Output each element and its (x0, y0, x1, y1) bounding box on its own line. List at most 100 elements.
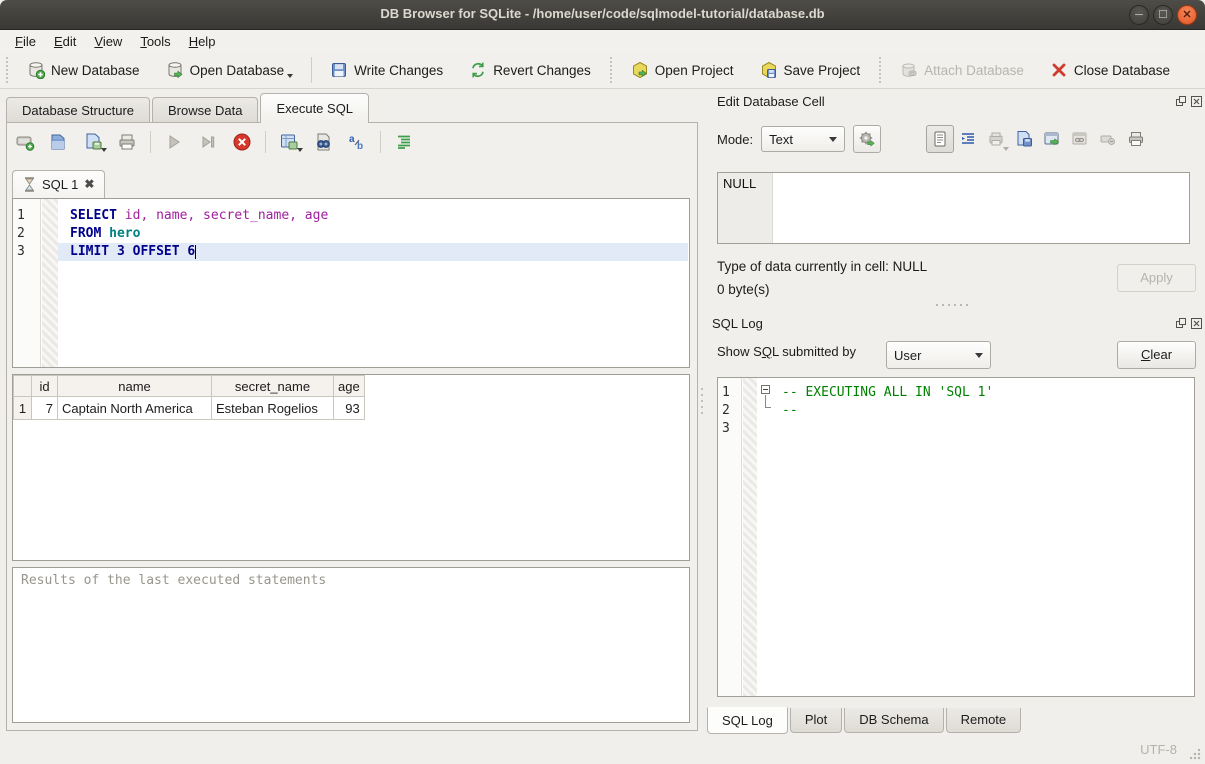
link-button[interactable] (1066, 125, 1094, 153)
code-line-3[interactable]: LIMIT 3 OFFSET 6 (58, 243, 688, 261)
save-project-label: Save Project (784, 63, 861, 78)
tab-database-structure[interactable]: Database Structure (6, 97, 150, 123)
export-data-button[interactable] (1038, 125, 1066, 153)
sql-1-tab[interactable]: SQL 1 ✖ (12, 170, 105, 198)
export-results-button[interactable] (278, 131, 300, 153)
close-button[interactable]: ✕ (1177, 5, 1197, 25)
sql-log-filter-select[interactable]: User (886, 341, 991, 369)
apply-button[interactable]: Apply (1117, 264, 1196, 292)
column-header-id[interactable]: id (32, 376, 58, 397)
text-mode-button[interactable] (926, 125, 954, 153)
column-header-age[interactable]: age (334, 376, 365, 397)
svg-text:a: a (349, 134, 355, 145)
toolbar-drag-handle[interactable] (608, 57, 614, 83)
open-file-icon (987, 130, 1005, 148)
cell-age[interactable]: 93 (334, 397, 365, 420)
execute-all-button[interactable] (163, 131, 185, 153)
attach-database-button[interactable]: Attach Database (890, 56, 1034, 84)
new-sql-tab-button[interactable] (14, 131, 36, 153)
row-number-cell[interactable]: 1 (14, 397, 32, 420)
tab-browse-data[interactable]: Browse Data (152, 97, 258, 123)
log-line-number: 1 (722, 384, 740, 402)
hourglass-icon (23, 177, 36, 192)
print-cell-button[interactable] (1122, 125, 1150, 153)
save-sql-dropdown-icon[interactable] (101, 148, 107, 152)
open-database-button[interactable]: Open Database (156, 56, 304, 84)
close-database-button[interactable]: Close Database (1040, 56, 1180, 84)
toolbar-drag-handle[interactable] (877, 57, 883, 83)
sql-tab-close-icon[interactable]: ✖ (84, 177, 94, 191)
code-fold-collapse-icon[interactable] (761, 385, 770, 394)
print-sql-button[interactable] (116, 131, 138, 153)
column-header-name[interactable]: name (58, 376, 212, 397)
column-header-secret-name[interactable]: secret_name (212, 376, 334, 397)
pane-splitter[interactable] (700, 388, 704, 414)
cell-id[interactable]: 7 (32, 397, 58, 420)
window-controls: ─ ☐ ✕ (1129, 5, 1197, 25)
indent-button[interactable] (954, 125, 982, 153)
set-null-button[interactable] (1094, 125, 1122, 153)
write-changes-button[interactable]: Write Changes (320, 56, 453, 84)
results-message-area[interactable]: Results of the last executed statements (12, 567, 690, 723)
save-project-button[interactable]: Save Project (750, 56, 871, 84)
float-panel-icon[interactable] (1176, 96, 1187, 107)
sql-number: 6 (180, 244, 196, 259)
replace-button[interactable]: ab (346, 131, 368, 153)
find-button[interactable] (312, 131, 334, 153)
export-results-dropdown-icon[interactable] (297, 148, 303, 152)
titlebar[interactable]: DB Browser for SQLite - /home/user/code/… (0, 0, 1205, 30)
tab-db-schema[interactable]: DB Schema (844, 708, 943, 733)
sql-tab-bar: SQL 1 ✖ (12, 170, 105, 198)
revert-changes-button[interactable]: Revert Changes (459, 56, 601, 84)
close-database-label: Close Database (1074, 63, 1170, 78)
menu-file[interactable]: File (6, 32, 45, 51)
maximize-button[interactable]: ☐ (1153, 5, 1173, 25)
filter-label-pre: Show S (717, 344, 762, 359)
open-sql-file-button[interactable] (48, 131, 70, 153)
open-file-button[interactable] (982, 125, 1010, 153)
cell-secret-name[interactable]: Esteban Rogelios (212, 397, 334, 420)
close-panel-icon[interactable] (1191, 96, 1202, 107)
toolbar-drag-handle[interactable] (4, 57, 10, 83)
float-panel-icon[interactable] (1176, 318, 1187, 329)
cell-log-splitter[interactable] (930, 303, 974, 307)
sql-log-dock-controls (1176, 318, 1202, 329)
print-icon (117, 132, 137, 152)
format-sql-button[interactable] (393, 131, 415, 153)
new-database-button[interactable]: New Database (17, 56, 150, 84)
grid-corner-cell[interactable] (14, 376, 32, 397)
open-database-dropdown-icon[interactable] (287, 74, 293, 78)
tab-execute-sql[interactable]: Execute SQL (260, 93, 369, 123)
find-icon (313, 132, 333, 152)
cell-value-editor[interactable]: NULL (717, 172, 1190, 244)
apply-gear-button[interactable] (853, 125, 881, 153)
minimize-button[interactable]: ─ (1129, 5, 1149, 25)
code-line-1[interactable]: SELECT id, name, secret_name, age (58, 207, 688, 225)
save-sql-file-button[interactable] (82, 131, 104, 153)
tab-remote[interactable]: Remote (946, 708, 1022, 733)
text-document-icon (931, 130, 949, 148)
menu-edit[interactable]: Edit (45, 32, 85, 51)
results-grid[interactable]: id name secret_name age 1 7 Captain Nort… (12, 374, 690, 561)
tab-sql-log[interactable]: SQL Log (707, 707, 788, 734)
close-database-icon (1050, 61, 1068, 79)
open-project-button[interactable]: Open Project (621, 56, 744, 84)
sql-code-editor[interactable]: 1 2 3 SELECT id, name, secret_name, age … (12, 198, 690, 368)
menu-view[interactable]: View (85, 32, 131, 51)
tab-plot[interactable]: Plot (790, 708, 842, 733)
sql-log-view[interactable]: 1 2 3 -- EXECUTING ALL IN 'SQL 1' -- (717, 377, 1195, 697)
line-number: 1 (17, 207, 39, 225)
clear-log-button[interactable]: Clear (1117, 341, 1196, 369)
close-panel-icon[interactable] (1191, 318, 1202, 329)
mode-select[interactable]: Text (761, 126, 845, 152)
execute-line-icon (198, 132, 218, 152)
stop-execution-button[interactable] (231, 131, 253, 153)
menu-tools[interactable]: Tools (131, 32, 179, 51)
code-line-2[interactable]: FROM hero (58, 225, 688, 243)
set-null-icon (1099, 130, 1117, 148)
cell-name[interactable]: Captain North America (58, 397, 212, 420)
execute-line-button[interactable] (197, 131, 219, 153)
resize-grip[interactable] (1189, 748, 1201, 760)
menu-help[interactable]: Help (180, 32, 225, 51)
import-data-button[interactable] (1010, 125, 1038, 153)
